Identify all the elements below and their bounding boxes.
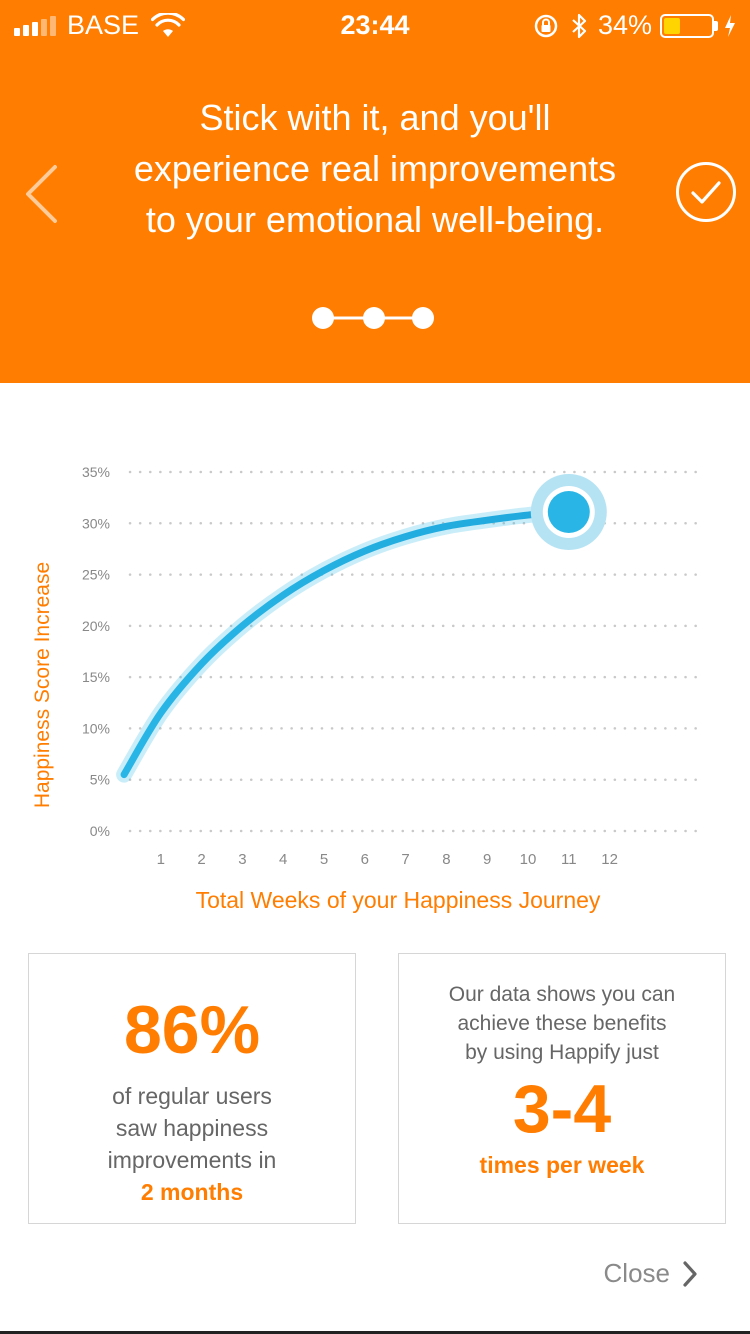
pager-dot-2 [363, 307, 385, 329]
x-axis-label: Total Weeks of your Happiness Journey [196, 887, 601, 913]
headline-line-2: experience real improvements [133, 148, 617, 189]
stat-card-users: 86% of regular users saw happiness impro… [28, 953, 356, 1224]
headline-line-1: Stick with it, and you'll [199, 97, 551, 138]
x-tick-label: 2 [197, 851, 205, 868]
bluetooth-icon [572, 13, 587, 38]
x-tick-label: 11 [561, 851, 577, 868]
stat-text-line-1: of regular users [112, 1083, 272, 1109]
frequency-text-line-3: by using Happify just [465, 1041, 659, 1064]
y-tick-label: 5% [90, 772, 110, 788]
y-tick-label: 20% [82, 618, 110, 634]
frequency-unit: times per week [479, 1152, 645, 1178]
y-tick-label: 0% [90, 823, 110, 839]
pager-dot-3 [412, 307, 434, 329]
onboarding-header: BASE 23:44 34% Stick with it, and you'll… [0, 0, 750, 383]
stat-percent: 86% [123, 992, 261, 1068]
y-tick-label: 10% [82, 720, 110, 736]
battery-percent: 34% [597, 10, 652, 40]
x-tick-label: 5 [320, 851, 328, 868]
y-axis-ticks: 35% 30% 25% 20% 15% 10% 5% 0% [82, 464, 110, 839]
pager-dot-1 [312, 307, 334, 329]
headline: Stick with it, and you'll experience rea… [90, 92, 660, 245]
back-chevron-icon[interactable] [22, 162, 62, 226]
frequency-text-line-1: Our data shows you can [448, 983, 676, 1006]
x-tick-label: 10 [520, 851, 537, 868]
y-tick-label: 30% [82, 515, 110, 531]
x-tick-label: 8 [442, 851, 450, 868]
close-label: Close [603, 1258, 670, 1288]
endpoint-marker [547, 491, 590, 534]
frequency-value: 3-4 [512, 1071, 612, 1147]
x-tick-label: 9 [483, 851, 491, 868]
x-tick-label: 12 [601, 851, 618, 868]
y-tick-label: 25% [82, 567, 110, 583]
rotation-lock-icon [534, 14, 558, 37]
x-tick-label: 1 [157, 851, 165, 868]
close-button[interactable]: Close [604, 1258, 698, 1289]
charging-icon [725, 14, 735, 37]
x-tick-label: 4 [279, 851, 287, 868]
stat-text-line-3: improvements in [107, 1147, 277, 1173]
status-right: 34% [532, 10, 736, 41]
stat-duration: 2 months [140, 1179, 244, 1205]
y-tick-label: 15% [82, 669, 110, 685]
status-bar: BASE 23:44 34% [0, 0, 750, 52]
x-tick-label: 6 [361, 851, 369, 868]
stat-card-frequency: Our data shows you can achieve these ben… [398, 953, 726, 1224]
headline-line-3: to your emotional well-being. [145, 199, 605, 240]
x-tick-label: 3 [238, 851, 246, 868]
battery-tip [714, 20, 718, 31]
series-line-glow [116, 504, 577, 783]
y-tick-label: 35% [82, 464, 110, 480]
page-indicator [312, 307, 434, 329]
x-axis-ticks: 1 2 3 4 5 6 7 8 9 10 11 12 [157, 851, 618, 868]
stat-text-line-2: saw happiness [115, 1115, 269, 1141]
y-axis-label: Happiness Score Increase [31, 562, 54, 808]
chevron-right-icon [683, 1260, 697, 1287]
happiness-chart: 35%30%25%20%15%10%5%0% 1 2 3 4 5 6 7 8 9 10 11 12 H… [31, 464, 707, 913]
battery-icon [660, 13, 714, 38]
x-tick-label: 7 [401, 851, 409, 868]
frequency-text-line-2: achieve these benefits [457, 1012, 667, 1035]
checkmark-circle-icon[interactable] [675, 161, 737, 223]
